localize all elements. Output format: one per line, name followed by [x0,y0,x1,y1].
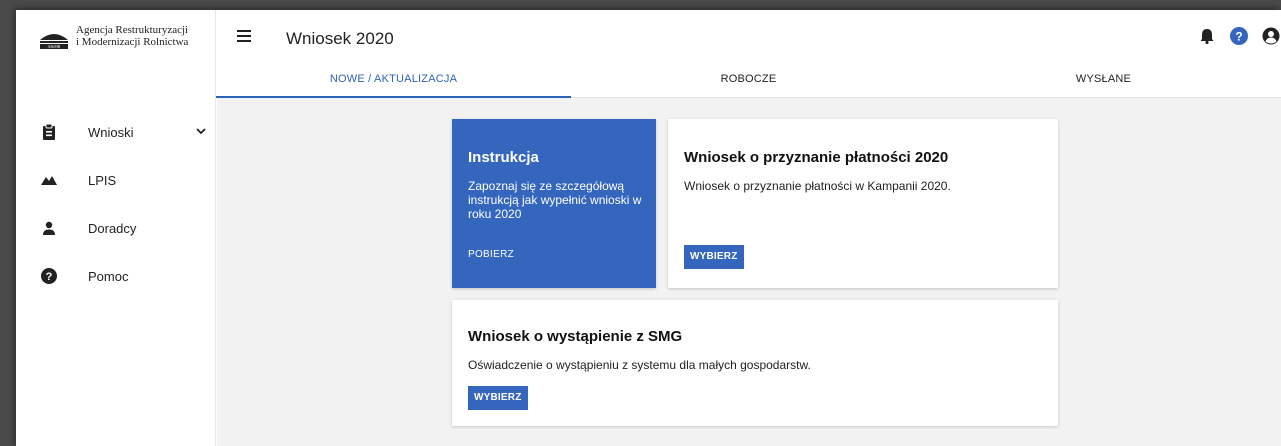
sidebar-item-pomoc[interactable]: ? Pomoc [16,252,216,300]
hamburger-menu-icon[interactable] [236,29,254,45]
smg-card-title: Wniosek o wystąpienie z SMG [468,328,683,345]
header-actions: ? [1185,26,1281,46]
person-icon [40,219,58,237]
svg-text:ARiMR: ARiMR [48,44,61,49]
download-button[interactable]: POBIERZ [468,249,514,260]
sidebar-item-label: LPIS [88,172,117,188]
sidebar: ARiMR Agencja Restrukturyzacji i Moderni… [16,10,216,446]
agency-name: Agencja Restrukturyzacji i Modernizacji … [76,24,188,48]
agency-name-line1: Agencja Restrukturyzacji [76,24,189,36]
sidebar-item-lpis[interactable]: LPIS [16,156,216,204]
sidebar-item-label: Pomoc [88,268,129,284]
agency-logo[interactable]: ARiMR Agencja Restrukturyzacji i Moderni… [38,24,188,50]
instruction-title: Instrukcja [468,149,539,166]
smg-card-text: Oświadczenie o wystąpieniu z systemu dla… [468,358,811,372]
clipboard-icon [40,123,58,141]
bell-icon[interactable] [1197,26,1217,46]
mountains-icon [40,171,58,189]
app-window: ARiMR Agencja Restrukturyzacji i Moderni… [16,10,1281,446]
chevron-down-icon[interactable] [194,124,208,138]
payment-card-title: Wniosek o przyznanie płatności 2020 [684,149,949,166]
sidebar-item-label: Wnioski [88,124,134,140]
instruction-text: Zapoznaj się ze szczegółową instrukcją j… [468,179,642,221]
main-content: Instrukcja Zapoznaj się ze szczegółową i… [217,98,1281,446]
help-icon[interactable]: ? [1229,26,1249,46]
payment-card-text: Wniosek o przyznanie płatności w Kampani… [684,179,951,193]
tab-bar: NOWE / AKTUALIZACJA ROBOCZE WYSŁANE [216,66,1281,98]
tab-wyslane[interactable]: WYSŁANE [926,66,1281,97]
help-circle-icon: ? [40,267,58,285]
sidebar-item-doradcy[interactable]: Doradcy [16,204,216,252]
tab-nowe-aktualizacja[interactable]: NOWE / AKTUALIZACJA [216,66,571,98]
select-smg-button[interactable]: WYBIERZ [468,386,528,410]
sidebar-item-wnioski[interactable]: Wnioski [16,108,216,156]
tab-robocze[interactable]: ROBOCZE [571,66,926,97]
arimr-logo-icon: ARiMR [38,26,70,50]
sidebar-item-label: Doradcy [88,220,137,236]
smg-withdrawal-card: Wniosek o wystąpienie z SMG Oświadczenie… [452,300,1058,426]
top-bar: Wniosek 2020 ? [216,10,1281,66]
svg-text:?: ? [1235,30,1242,44]
select-payment-button[interactable]: WYBIERZ [684,245,744,269]
svg-text:?: ? [46,271,53,283]
payment-application-card: Wniosek o przyznanie płatności 2020 Wnio… [668,119,1058,288]
sidebar-nav: Wnioski LPIS Doradcy ? Pomoc [16,108,216,300]
agency-name-line2: i Modernizacji Rolnictwa [76,36,189,48]
page-title: Wniosek 2020 [286,29,394,48]
instruction-card: Instrukcja Zapoznaj się ze szczegółową i… [452,119,656,288]
account-icon[interactable] [1261,26,1281,46]
